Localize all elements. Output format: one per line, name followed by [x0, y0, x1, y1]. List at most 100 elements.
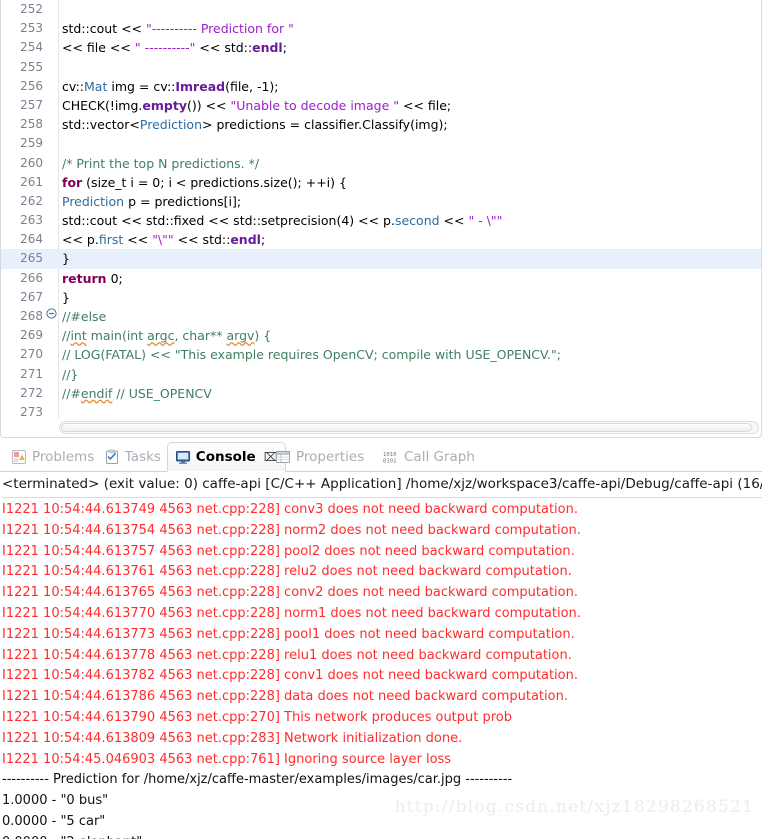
- code-line-text: std::cout << std::fixed << std::setpreci…: [58, 211, 502, 230]
- code-line[interactable]: 255: [1, 58, 761, 77]
- code-line[interactable]: 272 //#endif // USE_OPENCV: [1, 384, 761, 403]
- code-token: <<: [439, 213, 469, 229]
- code-token: <<: [123, 232, 153, 248]
- code-line[interactable]: 253 std::cout << "---------- Prediction …: [1, 19, 761, 38]
- code-token: " ----------": [134, 40, 196, 56]
- code-line[interactable]: 267}: [1, 288, 761, 307]
- line-number: 261: [20, 174, 43, 189]
- console-output-area[interactable]: <terminated> (exit value: 0) caffe-api […: [0, 472, 762, 839]
- tab-label: Properties: [296, 449, 365, 465]
- code-token: << file <<: [62, 40, 135, 56]
- code-line[interactable]: 257 CHECK(!img.empty()) << "Unable to de…: [1, 96, 761, 115]
- console-log-line: I1221 10:54:44.613754 4563 net.cpp:228] …: [2, 522, 581, 538]
- line-number: 266: [20, 270, 43, 285]
- code-token: /* Print the top N predictions. */: [62, 155, 260, 171]
- code-line[interactable]: 273: [1, 403, 761, 418]
- code-token: //}: [62, 366, 79, 382]
- code-line-text: for (size_t i = 0; i < predictions.size(…: [58, 173, 347, 192]
- line-number: 262: [20, 193, 43, 208]
- code-token: ) {: [254, 328, 272, 344]
- fold-collapse-icon[interactable]: [45, 307, 58, 326]
- code-token: //#: [62, 385, 81, 401]
- code-editor-pane[interactable]: 252 253 std::cout << "---------- Predicti…: [0, 0, 762, 438]
- console-log-line: I1221 10:54:44.613786 4563 net.cpp:228] …: [2, 689, 568, 705]
- console-log-line: I1221 10:54:44.613770 4563 net.cpp:228] …: [2, 605, 581, 621]
- code-line-text: //int main(int argc, char** argv) {: [58, 326, 271, 345]
- editor-horizontal-scrollbar-thumb[interactable]: [61, 423, 753, 432]
- console-view-pane: Problems Tasks Console ⌧ Properties 1010 0101 C…: [0, 440, 762, 839]
- code-token: //#else: [62, 309, 107, 324]
- console-log-line: I1221 10:54:44.613749 4563 net.cpp:228] …: [2, 502, 578, 517]
- code-line-text: /* Print the top N predictions. */: [58, 154, 259, 173]
- code-line[interactable]: 252: [1, 0, 761, 19]
- code-token: "---------- Prediction for ": [146, 21, 294, 37]
- code-line[interactable]: 266 return 0;: [1, 269, 761, 288]
- code-text-area[interactable]: 252 253 std::cout << "---------- Predicti…: [1, 0, 761, 418]
- code-token: empty: [142, 97, 187, 113]
- code-line[interactable]: 261 for (size_t i = 0; i < predictions.s…: [1, 173, 761, 192]
- code-line[interactable]: 258 std::vector<Prediction> predictions …: [1, 115, 761, 134]
- code-token: // LOG(FATAL) << "This example requires …: [62, 347, 561, 363]
- code-token: endl: [230, 232, 261, 248]
- line-number: 264: [20, 232, 43, 247]
- code-token: " - \"": [468, 213, 503, 229]
- code-line[interactable]: 265 }: [1, 249, 761, 269]
- editor-horizontal-scrollbar[interactable]: [59, 421, 759, 434]
- line-number: 273: [20, 404, 43, 418]
- tab-call-graph[interactable]: 1010 0101 Call Graph: [376, 442, 482, 472]
- code-line[interactable]: 269 //int main(int argc, char** argv) {: [1, 326, 761, 345]
- tab-tasks[interactable]: Tasks: [97, 442, 168, 472]
- console-log-line: I1221 10:54:44.613790 4563 net.cpp:270] …: [2, 709, 513, 725]
- code-token: return: [62, 270, 107, 286]
- code-token: // USE_OPENCV: [112, 385, 212, 401]
- code-token: Prediction: [139, 117, 203, 133]
- code-token: img = cv::: [107, 78, 176, 94]
- console-log-line: I1221 10:54:44.613782 4563 net.cpp:228] …: [2, 668, 578, 684]
- line-number: 257: [20, 97, 43, 112]
- tasks-icon: [104, 449, 120, 465]
- code-line-text: std::vector<Prediction> predictions = cl…: [58, 115, 448, 134]
- code-line-text: << p.first << "\"" << std::endl;: [58, 230, 265, 249]
- code-token: }: [62, 289, 70, 305]
- code-line[interactable]: 270 // LOG(FATAL) << "This example requir…: [1, 345, 761, 364]
- code-line[interactable]: 263 std::cout << std::fixed << std::setp…: [1, 211, 761, 230]
- code-token: << file;: [399, 97, 452, 113]
- code-token: main(int: [86, 328, 148, 344]
- line-number: 258: [20, 117, 43, 132]
- code-line[interactable]: 264 << p.first << "\"" << std::endl;: [1, 230, 761, 249]
- code-line-text: }: [58, 288, 70, 307]
- code-line-text: // LOG(FATAL) << "This example requires …: [58, 345, 561, 364]
- line-number: 263: [20, 213, 43, 228]
- console-process-header: <terminated> (exit value: 0) caffe-api […: [2, 472, 762, 495]
- tab-properties[interactable]: Properties: [268, 442, 371, 472]
- code-token: (file, -1);: [225, 78, 279, 94]
- tab-problems[interactable]: Problems: [4, 442, 101, 472]
- code-line[interactable]: 268 //#else: [1, 307, 761, 326]
- code-line-text: return 0;: [58, 269, 123, 288]
- code-line-text: //#endif // USE_OPENCV: [58, 384, 212, 403]
- console-log-line: I1221 10:54:44.613778 4563 net.cpp:228] …: [2, 647, 572, 663]
- code-line[interactable]: 259: [1, 134, 761, 153]
- console-header-divider: [2, 497, 762, 498]
- console-log-line: I1221 10:54:44.613773 4563 net.cpp:228] …: [2, 626, 575, 642]
- line-number: 267: [20, 289, 43, 304]
- console-log-line: ---------- Prediction for /home/xjz/caff…: [2, 772, 513, 788]
- code-line[interactable]: 256 cv::Mat img = cv::Imread(file, -1);: [1, 77, 761, 96]
- code-token: std::cout <<: [62, 21, 147, 37]
- code-line[interactable]: 260 /* Print the top N predictions. */: [1, 154, 761, 173]
- code-line-text: //#else: [58, 307, 106, 326]
- line-number: 272: [20, 385, 43, 400]
- code-token: argc: [147, 328, 175, 344]
- code-line-text: }: [58, 249, 70, 268]
- code-line-text: Prediction p = predictions[i];: [58, 192, 241, 211]
- problems-icon: [11, 449, 27, 465]
- call-graph-icon: 1010 0101: [383, 449, 399, 465]
- code-token: std::cout << std::fixed << std::setpreci…: [62, 213, 395, 229]
- code-token: endif: [80, 385, 113, 401]
- code-line[interactable]: 262 Prediction p = predictions[i];: [1, 192, 761, 211]
- console-log-list: I1221 10:54:44.613749 4563 net.cpp:228] …: [2, 500, 762, 839]
- line-number: 269: [20, 328, 43, 343]
- code-line[interactable]: 271 //}: [1, 365, 761, 384]
- code-line[interactable]: 254 << file << " ----------" << std::end…: [1, 38, 761, 57]
- console-log-line: I1221 10:54:44.613809 4563 net.cpp:283] …: [2, 730, 463, 746]
